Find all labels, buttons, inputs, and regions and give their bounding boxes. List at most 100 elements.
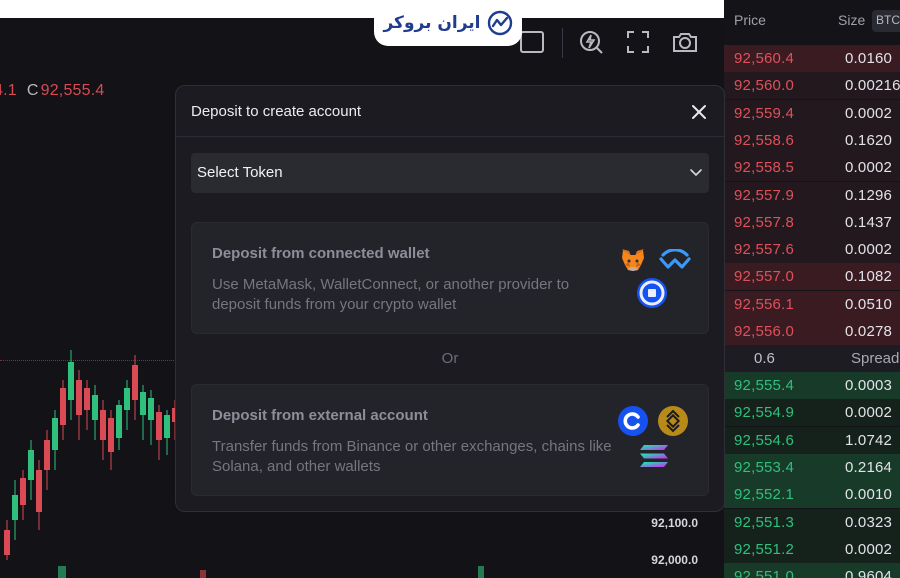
lightning-icon[interactable] <box>577 28 605 56</box>
ask-price: 92,559.4 <box>734 104 794 122</box>
coinbase-icon <box>617 405 649 437</box>
bid-row[interactable]: 92,554.9 0.0002 <box>724 399 900 427</box>
option-description: Transfer funds from Binance or other exc… <box>212 438 612 475</box>
bid-row[interactable]: 92,554.6 1.0742 <box>724 426 900 454</box>
candle-body <box>140 392 146 415</box>
candle-body <box>164 415 170 438</box>
bid-size: 0.2164 <box>845 458 893 476</box>
candle-body <box>28 450 34 480</box>
ask-price: 92,556.0 <box>734 323 794 340</box>
price-axis-label: 92,000.0 <box>651 553 698 567</box>
ask-size: 0.0160 <box>845 50 893 67</box>
select-token-dropdown[interactable]: Select Token <box>191 153 709 193</box>
candle-body <box>12 495 18 520</box>
bid-size: 0.0003 <box>845 377 893 394</box>
ask-size: 0.00216 <box>845 77 900 95</box>
bid-price: 92,554.6 <box>734 431 794 449</box>
bid-row[interactable]: 92,552.1 0.0010 <box>724 481 900 509</box>
ask-size: 0.1620 <box>845 131 893 149</box>
ask-row[interactable]: 92,558.5 0.0002 <box>724 154 900 182</box>
ask-size: 0.1296 <box>845 186 893 204</box>
order-book: Price Size BTC 92,560.4 0.0160 92,560.0 0.0… <box>724 0 900 578</box>
close-icon <box>692 105 706 119</box>
option-title: Deposit from external account <box>212 407 428 424</box>
coinbase-wallet-icon <box>636 277 668 309</box>
candle-body <box>76 380 82 415</box>
ask-row[interactable]: 92,557.0 0.1082 <box>724 263 900 291</box>
fullscreen-icon[interactable] <box>624 28 652 56</box>
ask-row[interactable]: 92,557.9 0.1296 <box>724 181 900 209</box>
spread-value: 0.6 <box>754 350 775 367</box>
solana-icon <box>637 441 671 471</box>
candle-body <box>84 388 90 410</box>
bid-price: 92,552.1 <box>734 486 794 504</box>
ask-size: 0.0510 <box>845 295 893 313</box>
candle-body <box>52 418 58 450</box>
volume-bar <box>478 566 484 578</box>
bid-row[interactable]: 92,551.0 0.9604 <box>724 563 900 578</box>
candle-body <box>68 362 74 400</box>
volume-bar <box>58 566 66 578</box>
ask-size: 0.0002 <box>845 104 893 122</box>
ask-price: 92,557.9 <box>734 186 794 204</box>
ask-row[interactable]: 92,560.0 0.00216 <box>724 72 900 100</box>
ask-row[interactable]: 92,559.4 0.0002 <box>724 99 900 127</box>
candle-body <box>116 405 122 438</box>
option-description: Use MetaMask, WalletConnect, or another … <box>212 276 570 313</box>
price-column-header: Price <box>734 12 766 28</box>
candle-body <box>60 388 66 425</box>
logo-text: ایران بروکر <box>383 13 481 33</box>
ask-row[interactable]: 92,557.8 0.1437 <box>724 208 900 236</box>
ask-row[interactable]: 92,557.6 0.0002 <box>724 236 900 264</box>
ask-price: 92,558.5 <box>734 159 794 177</box>
bid-row[interactable]: 92,551.3 0.0323 <box>724 508 900 536</box>
bid-row[interactable]: 92,553.4 0.2164 <box>724 453 900 481</box>
candle-body <box>4 530 10 555</box>
ask-size: 0.1437 <box>845 213 893 231</box>
deposit-external-account-option[interactable]: Deposit from external account Transfer f… <box>191 384 709 496</box>
candle-body <box>124 388 130 410</box>
bid-row[interactable]: 92,551.2 0.0002 <box>724 535 900 563</box>
close-button[interactable] <box>688 101 710 123</box>
ask-price: 92,557.6 <box>734 241 794 259</box>
bid-size: 0.0002 <box>845 404 893 422</box>
size-unit-select[interactable]: BTC <box>872 10 900 32</box>
candle-body <box>92 395 98 420</box>
spread-label: Spread <box>851 350 900 367</box>
bid-size: 0.0010 <box>845 486 893 504</box>
size-column-header: Size <box>838 12 866 28</box>
candle-body <box>108 418 114 452</box>
ask-row[interactable]: 92,560.4 0.0160 <box>724 45 900 72</box>
ask-row[interactable]: 92,556.1 0.0510 <box>724 290 900 318</box>
square-icon[interactable] <box>518 28 546 56</box>
ask-price: 92,560.4 <box>734 50 794 67</box>
ask-size: 0.0002 <box>845 159 893 177</box>
deposit-modal: Deposit to create account Select Token D… <box>175 85 725 512</box>
volume-bar <box>200 570 206 578</box>
broker-logo: ایران بروکر <box>374 0 522 46</box>
metamask-icon <box>618 245 648 275</box>
deposit-connected-wallet-option[interactable]: Deposit from connected wallet Use MetaMa… <box>191 222 709 334</box>
bid-row[interactable]: 92,555.4 0.0003 <box>724 372 900 399</box>
spread-row: 0.6 Spread <box>724 345 900 372</box>
modal-title: Deposit to create account <box>191 103 362 120</box>
binance-icon <box>657 405 689 437</box>
ask-row[interactable]: 92,558.6 0.1620 <box>724 126 900 154</box>
ask-size: 0.0278 <box>845 323 893 340</box>
candle-body <box>156 412 162 440</box>
camera-icon[interactable] <box>671 28 699 56</box>
chevron-down-icon <box>690 169 702 177</box>
ask-price: 92,558.6 <box>734 131 794 149</box>
logo-chart-icon <box>487 10 512 36</box>
option-title: Deposit from connected wallet <box>212 245 430 262</box>
ask-price: 92,557.8 <box>734 213 794 231</box>
candle-body <box>20 478 26 505</box>
bid-price: 92,551.2 <box>734 540 794 558</box>
ask-row[interactable]: 92,556.0 0.0278 <box>724 318 900 345</box>
ask-size: 0.1082 <box>845 268 893 286</box>
app-root: 4.1C92,555.4 92,100.0 92,000.0 ایران برو… <box>0 0 900 578</box>
candle-body <box>148 398 154 420</box>
or-divider: Or <box>441 350 459 367</box>
bid-size: 1.0742 <box>845 431 893 449</box>
candle-body <box>132 365 138 400</box>
